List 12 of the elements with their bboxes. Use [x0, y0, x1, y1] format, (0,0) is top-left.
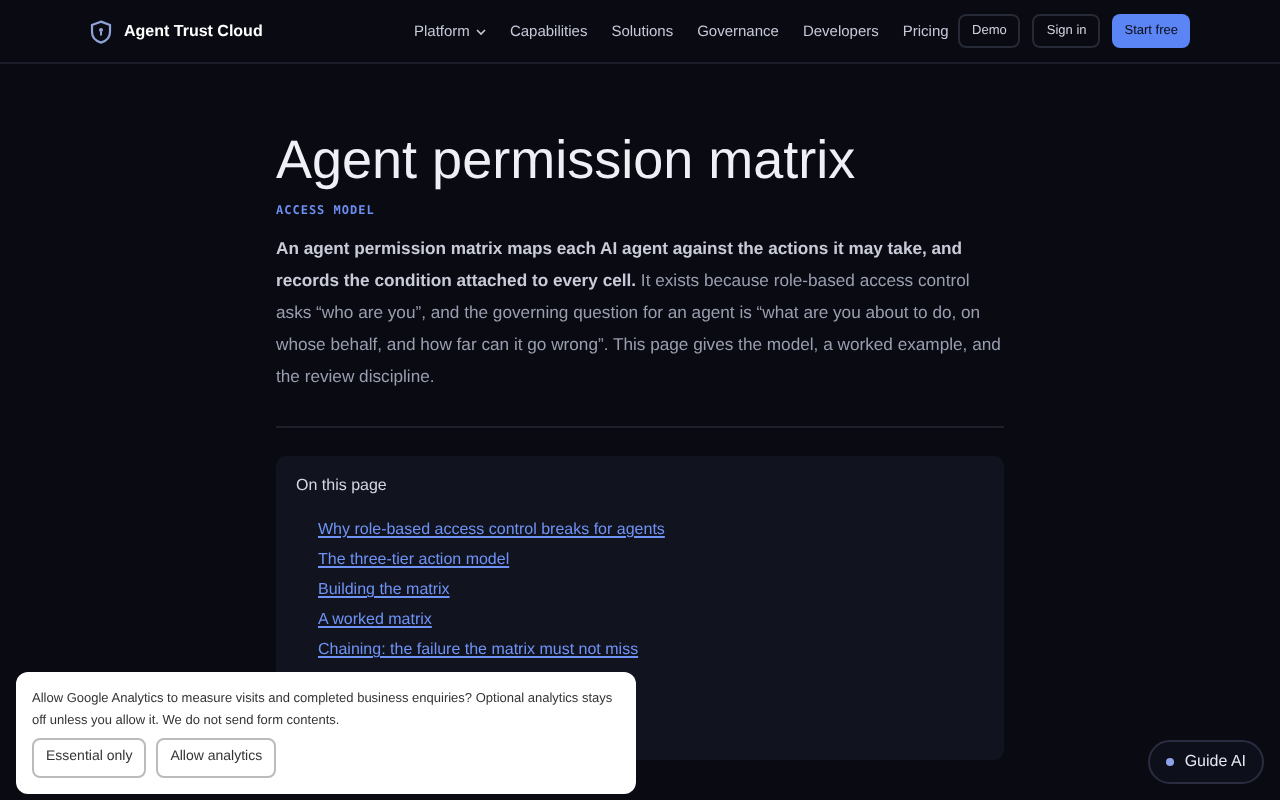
toc-link[interactable]: Chaining: the failure the matrix must not miss [318, 638, 984, 660]
intro-paragraph: An agent permission matrix maps each AI agent against the actions it may take, and records the condition attached to every cell. It exists because role-based access control asks “who are you”, and the governing question for an agent is “what are you about to do, on whose behalf, and how far can it go wrong”. This page gives the model, a worked example, and the review discipline. [276, 236, 1003, 390]
toc-link[interactable]: A worked matrix [318, 608, 984, 630]
toc-link[interactable]: The three-tier action model [318, 548, 984, 570]
guide-ai-button[interactable]: Guide AI [1148, 740, 1264, 784]
page-title: Agent permission matrix [276, 128, 858, 192]
toc-heading: On this page [296, 474, 389, 498]
shield-icon [90, 19, 112, 43]
chevron-down-icon [475, 27, 486, 35]
brand-name: Agent Trust Cloud [124, 19, 263, 43]
toc-link[interactable]: Why role-based access control breaks for agents [318, 518, 984, 540]
toc-link[interactable]: Building the matrix [318, 578, 984, 600]
